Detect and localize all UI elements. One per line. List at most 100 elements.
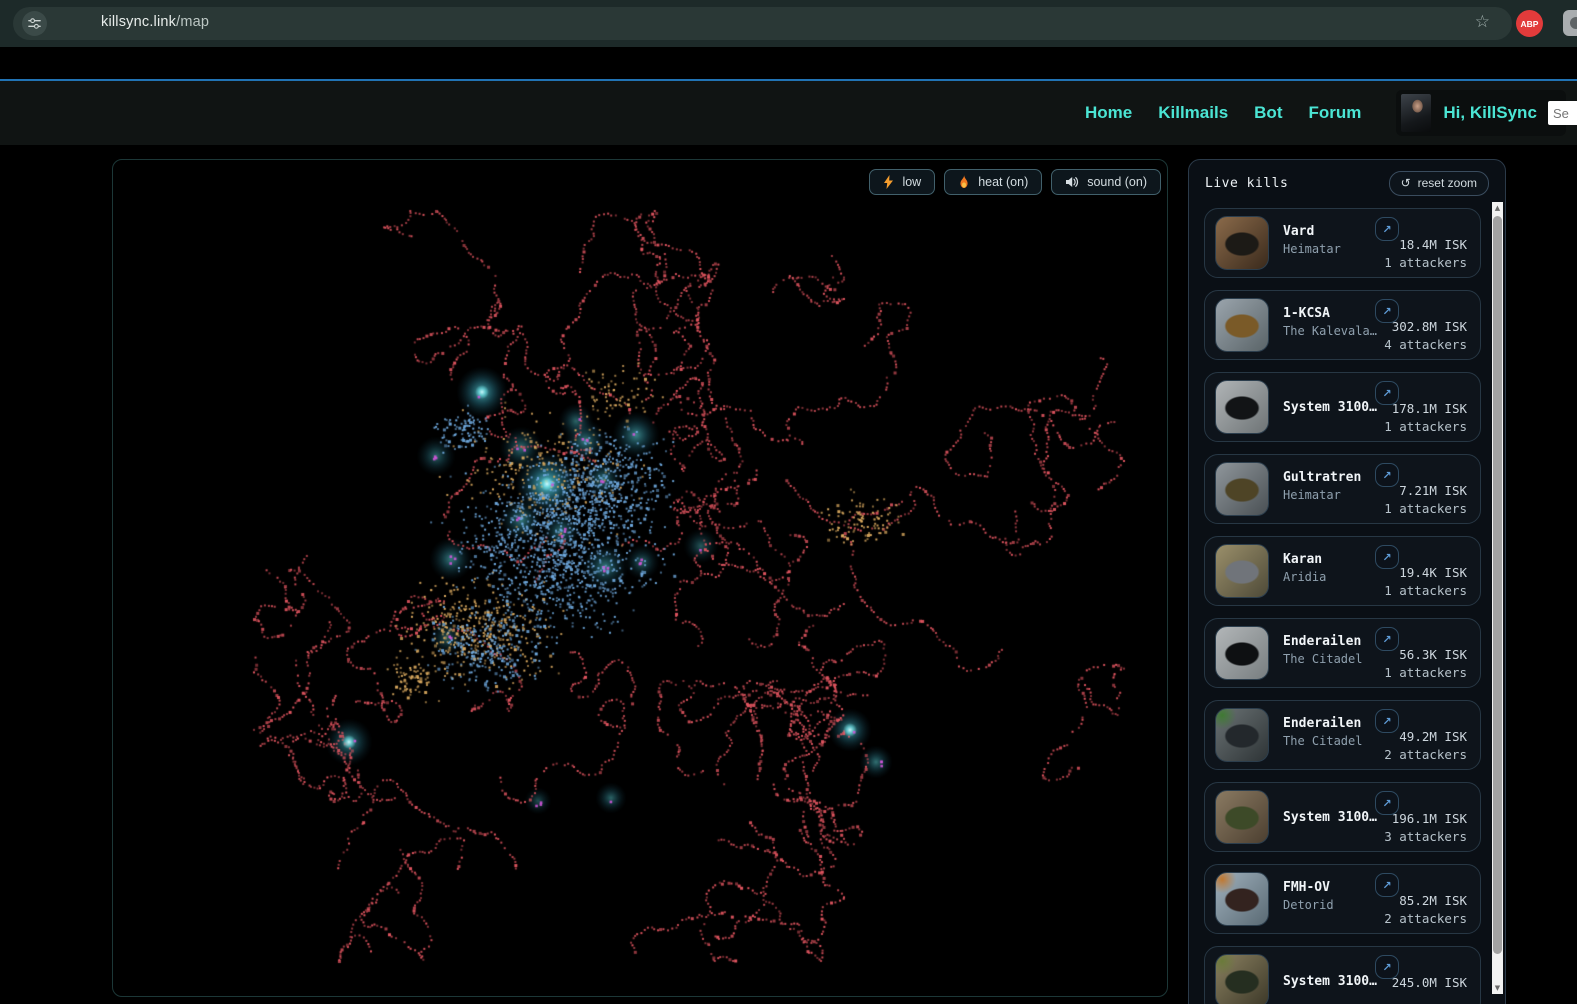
kill-region: Aridia <box>1283 570 1326 584</box>
kill-stats: 245.0M ISK <box>1392 975 1467 990</box>
kill-victim-name: Vard <box>1283 224 1314 239</box>
kill-victim-name: Gultratren <box>1283 470 1361 485</box>
kill-card[interactable]: Vard Heimatar 18.4M ISK 1 attackers ↗ <box>1204 208 1481 278</box>
kill-region: The Citadel <box>1283 734 1362 748</box>
nav-link-home[interactable]: Home <box>1085 103 1132 123</box>
open-killmail-button[interactable]: ↗ <box>1375 463 1399 487</box>
kill-card[interactable]: FMH-OV Detorid 85.2M ISK2 attackers↗ <box>1204 864 1481 934</box>
low-button[interactable]: low <box>869 169 935 195</box>
kill-stats: 178.1M ISK1 attackers <box>1384 401 1467 434</box>
heat-toggle-button[interactable]: heat (on) <box>944 169 1042 195</box>
kill-victim-name: System 3100… <box>1283 810 1377 825</box>
extension-icon[interactable] <box>1563 10 1577 36</box>
scroll-up-icon[interactable]: ▲ <box>1492 202 1503 214</box>
kill-attackers-count: 1 attackers <box>1384 255 1467 270</box>
map-controls: low heat (on) sound (on) <box>869 169 1161 195</box>
map-panel: low heat (on) sound (on) <box>112 159 1168 997</box>
ship-thumbnail <box>1215 708 1269 762</box>
kill-stats: 85.2M ISK2 attackers <box>1384 893 1467 926</box>
open-killmail-button[interactable]: ↗ <box>1375 955 1399 979</box>
url-domain: killsync.link <box>101 14 176 30</box>
kill-card[interactable]: System 3100… 178.1M ISK1 attackers↗ <box>1204 372 1481 442</box>
ship-thumbnail <box>1215 872 1269 926</box>
speaker-icon <box>1065 176 1079 188</box>
live-kills-header: Live kills ↺ reset zoom <box>1189 160 1505 206</box>
kill-region: The Citadel <box>1283 652 1362 666</box>
open-killmail-button[interactable]: ↗ <box>1375 545 1399 569</box>
kill-stats: 302.8M ISK4 attackers <box>1384 319 1467 352</box>
browser-toolbar: killsync.link/map ☆ ABP <box>0 0 1577 47</box>
sound-toggle-button[interactable]: sound (on) <box>1051 169 1161 195</box>
url-text: killsync.link/map <box>101 14 209 30</box>
kill-card[interactable]: KaranAridia19.4K ISK1 attackers↗ <box>1204 536 1481 606</box>
scroll-down-icon[interactable]: ▼ <box>1492 982 1503 994</box>
kill-attackers-count: 1 attackers <box>1384 583 1467 598</box>
open-killmail-button[interactable]: ↗ <box>1375 381 1399 405</box>
kill-isk-value: 302.8M ISK <box>1384 319 1467 334</box>
kill-region: Detorid <box>1283 898 1334 912</box>
live-kills-panel: Live kills ↺ reset zoom Vard Heimatar 18.4… <box>1188 159 1506 1004</box>
nav-link-bot[interactable]: Bot <box>1254 103 1282 123</box>
kill-region: The Kalevala… <box>1283 324 1377 338</box>
ship-thumbnail <box>1215 216 1269 270</box>
kill-stats: 18.4M ISK 1 attackers <box>1384 237 1467 270</box>
map-canvas[interactable] <box>113 160 1167 996</box>
kill-isk-value: 178.1M ISK <box>1384 401 1467 416</box>
open-killmail-button[interactable]: ↗ <box>1375 709 1399 733</box>
adblock-extension-icon[interactable]: ABP <box>1516 10 1543 37</box>
kill-card[interactable]: Enderailen The Citadel 49.2M ISK 2 attacker… <box>1204 700 1481 770</box>
lightning-icon <box>883 175 894 189</box>
search-input[interactable] <box>1548 101 1577 125</box>
open-killmail-button[interactable]: ↗ <box>1375 299 1399 323</box>
ship-thumbnail <box>1215 298 1269 352</box>
kill-isk-value: 196.1M ISK <box>1384 811 1467 826</box>
ship-thumbnail <box>1215 626 1269 680</box>
ship-thumbnail <box>1215 790 1269 844</box>
kill-victim-name: System 3100… <box>1283 400 1377 415</box>
open-killmail-button[interactable]: ↗ <box>1375 791 1399 815</box>
kill-victim-name: Enderailen <box>1283 716 1361 731</box>
kill-victim-name: System 3100… <box>1283 974 1377 989</box>
kill-list: Vard Heimatar 18.4M ISK 1 attackers ↗ 1-KCSA T… <box>1189 208 1491 1004</box>
kill-region: Heimatar <box>1283 242 1341 256</box>
kill-card[interactable]: Gultratren Heimatar 7.21M ISK 1 attackers ↗ <box>1204 454 1481 524</box>
user-menu[interactable]: Hi, KillSync ▾ <box>1396 90 1566 136</box>
kill-isk-value: 49.2M ISK <box>1384 729 1467 744</box>
kill-victim-name: 1-KCSA <box>1283 306 1330 321</box>
kill-attackers-count: 2 attackers <box>1384 747 1467 762</box>
kill-isk-value: 7.21M ISK <box>1384 483 1467 498</box>
address-bar[interactable]: killsync.link/map ☆ <box>13 7 1512 40</box>
kill-stats: 7.21M ISK 1 attackers <box>1384 483 1467 516</box>
kill-card[interactable]: System 3100… 196.1M ISK3 attackers↗ <box>1204 782 1481 852</box>
tune-icon[interactable] <box>22 11 47 36</box>
kill-attackers-count: 1 attackers <box>1384 665 1467 680</box>
avatar <box>1401 94 1431 132</box>
bookmark-star-icon[interactable]: ☆ <box>1475 12 1490 32</box>
kill-attackers-count: 1 attackers <box>1384 501 1467 516</box>
open-killmail-button[interactable]: ↗ <box>1375 873 1399 897</box>
sound-toggle-label: sound (on) <box>1087 175 1147 189</box>
kill-victim-name: Enderailen <box>1283 634 1361 649</box>
nav-link-killmails[interactable]: Killmails <box>1158 103 1228 123</box>
site-navbar: Home Killmails Bot Forum Hi, KillSync ▾ <box>0 81 1577 145</box>
kill-card[interactable]: 1-KCSA The Kalevala… 302.8M ISK4 attackers… <box>1204 290 1481 360</box>
scrollbar[interactable]: ▲ ▼ <box>1492 202 1503 994</box>
flame-icon <box>958 175 970 189</box>
ship-thumbnail <box>1215 462 1269 516</box>
open-killmail-button[interactable]: ↗ <box>1375 627 1399 651</box>
open-killmail-button[interactable]: ↗ <box>1375 217 1399 241</box>
heat-toggle-label: heat (on) <box>978 175 1028 189</box>
kill-isk-value: 85.2M ISK <box>1384 893 1467 908</box>
reset-zoom-button[interactable]: ↺ reset zoom <box>1389 171 1489 196</box>
kill-victim-name: FMH-OV <box>1283 880 1330 895</box>
nav-links: Home Killmails Bot Forum Hi, KillSync ▾ <box>1085 81 1566 145</box>
kill-stats: 196.1M ISK3 attackers <box>1384 811 1467 844</box>
scrollbar-thumb[interactable] <box>1493 216 1502 954</box>
reset-zoom-label: reset zoom <box>1418 176 1477 190</box>
kill-card[interactable]: System 3100… 245.0M ISK↗ <box>1204 946 1481 1004</box>
kill-region: Heimatar <box>1283 488 1341 502</box>
kill-card[interactable]: Enderailen The Citadel 56.3K ISK1 attacker… <box>1204 618 1481 688</box>
nav-link-forum[interactable]: Forum <box>1308 103 1361 123</box>
kill-isk-value: 18.4M ISK <box>1384 237 1467 252</box>
kill-stats: 56.3K ISK1 attackers <box>1384 647 1467 680</box>
